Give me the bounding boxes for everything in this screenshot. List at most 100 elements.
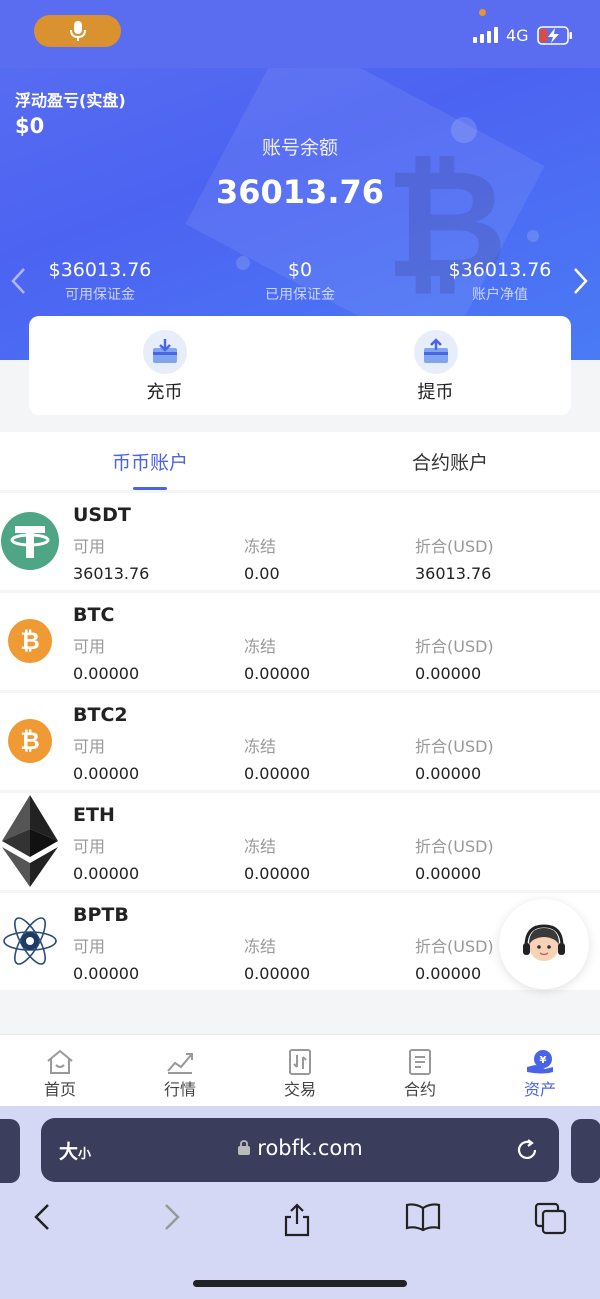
contract-icon — [409, 1049, 431, 1075]
home-indicator — [193, 1280, 407, 1287]
available-amount: 0.00000 — [73, 664, 140, 683]
available-amount: 0.00000 — [73, 764, 140, 783]
available-label: 可用 — [73, 737, 106, 756]
available-label: 可用 — [73, 837, 106, 856]
previous-tab-preview[interactable] — [0, 1119, 20, 1183]
asset-name: BTC2 — [73, 704, 128, 726]
converted-column: 折合(USD) 36013.76 — [415, 533, 494, 583]
converted-amount: 0.00000 — [415, 664, 482, 683]
converted-amount: 0.00000 — [415, 864, 482, 883]
nav-assets[interactable]: ¥ 资产 — [480, 1035, 600, 1106]
available-label: 可用 — [73, 937, 106, 956]
usdt-icon — [0, 511, 60, 571]
url-text: robfk.com — [257, 1136, 363, 1160]
lock-icon — [238, 1140, 251, 1155]
svg-text:₿: ₿ — [20, 727, 40, 755]
deposit-icon — [142, 330, 187, 374]
svg-text:₿: ₿ — [20, 627, 40, 655]
nav-home[interactable]: 首页 — [0, 1035, 120, 1106]
tab-contract-account[interactable]: 合约账户 — [300, 432, 600, 490]
converted-label: 折合(USD) — [415, 637, 494, 656]
frozen-column: 冻结 0.00 — [244, 533, 280, 583]
asset-row-usdt[interactable]: USDT 可用 36013.76 冻结 0.00 折合(USD) 36013.7… — [0, 493, 600, 590]
account-equity-label: 账户净值 — [472, 287, 528, 303]
frozen-column: 冻结 0.00000 — [244, 633, 310, 683]
bottom-navigation: 首页 行情 交易 合约 ¥ 资产 — [0, 1034, 600, 1106]
available-margin: $36013.76 可用保证金 — [5, 259, 195, 304]
assets-icon: ¥ — [527, 1050, 553, 1074]
eth-icon — [0, 795, 60, 887]
address-bar[interactable]: 大小 robfk.com — [41, 1118, 559, 1182]
deposit-label: 充币 — [146, 382, 183, 403]
frozen-column: 冻结 0.00000 — [244, 733, 310, 783]
used-margin: $0 已用保证金 — [205, 259, 395, 304]
tabs-icon[interactable] — [534, 1202, 568, 1236]
next-tab-preview[interactable] — [571, 1119, 600, 1183]
chevron-right-icon[interactable] — [570, 266, 590, 296]
frozen-amount: 0.00000 — [244, 664, 311, 683]
frozen-label: 冻结 — [244, 937, 277, 956]
available-amount: 0.00000 — [73, 864, 140, 883]
converted-amount: 0.00000 — [415, 964, 482, 983]
available-label: 可用 — [73, 537, 106, 556]
network-type: 4G — [506, 26, 529, 45]
svg-text:¥: ¥ — [540, 1055, 547, 1066]
frozen-column: 冻结 0.00000 — [244, 933, 310, 983]
bptb-icon — [0, 911, 60, 971]
deposit-button[interactable]: 充币 — [29, 316, 300, 415]
withdraw-button[interactable]: 提币 — [300, 316, 571, 415]
available-amount: 36013.76 — [73, 564, 150, 583]
asset-name: BPTB — [73, 904, 129, 926]
used-margin-value: $0 — [287, 259, 313, 281]
url-display: robfk.com — [41, 1136, 559, 1160]
nav-contract[interactable]: 合约 — [360, 1035, 480, 1106]
account-header: ₿ 4G 浮动盈亏(实盘) $0 账号余额 36013.76 $36013.76 — [0, 0, 600, 360]
privacy-indicator-dot — [479, 9, 486, 16]
converted-amount: 36013.76 — [415, 564, 492, 583]
asset-row-btc2[interactable]: ₿ BTC2 可用 0.00000 冻结 0.00000 折合(USD) 0.0… — [0, 693, 600, 790]
microphone-icon — [69, 21, 86, 41]
asset-row-btc[interactable]: ₿ BTC 可用 0.00000 冻结 0.00000 折合(USD) 0.00… — [0, 593, 600, 690]
nav-market[interactable]: 行情 — [120, 1035, 240, 1106]
tab-spot-account[interactable]: 币币账户 — [0, 432, 300, 490]
asset-name: BTC — [73, 604, 115, 626]
used-margin-label: 已用保证金 — [265, 287, 335, 303]
reload-icon[interactable] — [515, 1138, 539, 1162]
nav-trade[interactable]: 交易 — [240, 1035, 360, 1106]
account-tabs: 币币账户 合约账户 — [0, 432, 600, 490]
withdraw-icon — [413, 330, 458, 374]
bookmarks-icon[interactable] — [405, 1202, 441, 1232]
asset-row-eth[interactable]: ETH 可用 0.00000 冻结 0.00000 折合(USD) 0.0000… — [0, 793, 600, 890]
frozen-amount: 0.00000 — [244, 964, 311, 983]
converted-column: 折合(USD) 0.00000 — [415, 733, 494, 783]
microphone-indicator[interactable] — [34, 15, 121, 47]
available-column: 可用 0.00000 — [73, 733, 139, 783]
withdraw-label: 提币 — [417, 382, 454, 403]
converted-label: 折合(USD) — [415, 537, 494, 556]
account-equity-value: $36013.76 — [448, 259, 552, 281]
decor-circle — [527, 230, 539, 242]
available-column: 可用 0.00000 — [73, 933, 139, 983]
market-icon — [167, 1053, 193, 1074]
converted-column: 折合(USD) 0.00000 — [415, 833, 494, 883]
frozen-amount: 0.00000 — [244, 764, 311, 783]
back-icon[interactable] — [30, 1202, 54, 1232]
battery-charging-icon — [537, 26, 572, 45]
share-icon[interactable] — [282, 1202, 312, 1238]
available-label: 可用 — [73, 637, 106, 656]
nav-home-label: 首页 — [43, 1080, 76, 1099]
btc2-icon: ₿ — [0, 711, 60, 771]
asset-name: ETH — [73, 804, 115, 826]
balance-label: 账号余额 — [261, 137, 338, 159]
customer-service-button[interactable] — [499, 899, 589, 989]
btc-icon: ₿ — [0, 611, 60, 671]
quick-actions-card: 充币 提币 — [29, 316, 571, 415]
forward-icon[interactable] — [160, 1202, 184, 1232]
balance-value: 36013.76 — [215, 173, 384, 211]
frozen-amount: 0.00 — [244, 564, 280, 583]
converted-label: 折合(USD) — [415, 837, 494, 856]
nav-trade-label: 交易 — [283, 1080, 316, 1099]
floating-pnl-label: 浮动盈亏(实盘) — [15, 91, 126, 110]
available-column: 可用 0.00000 — [73, 833, 139, 883]
trade-icon — [289, 1049, 311, 1075]
